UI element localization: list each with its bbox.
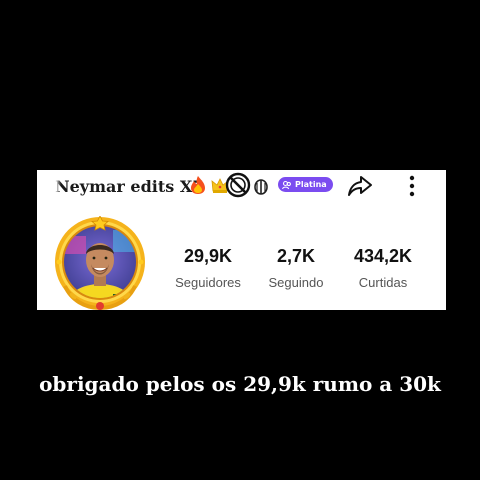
platina-badge[interactable]: Platina — [278, 177, 333, 192]
following-label: Seguindo — [268, 275, 324, 290]
badge-label: Platina — [295, 180, 327, 189]
video-frame: { "profile": { "username": "Neymar edits… — [0, 0, 480, 480]
followers-count: 29,9K — [183, 246, 233, 266]
profile-username: Neymar edits X7 — [55, 177, 204, 196]
username-fade — [51, 170, 61, 200]
stat-following[interactable]: 2,7K Seguindo — [258, 246, 334, 290]
rooster-emoji-icon — [254, 179, 268, 195]
more-options-icon[interactable] — [407, 174, 417, 198]
fire-emoji-icon — [191, 176, 205, 194]
share-icon[interactable] — [347, 174, 373, 198]
prohibited-ball-icon — [225, 172, 251, 198]
stat-likes[interactable]: 434,2K Curtidas — [343, 246, 423, 290]
video-caption: obrigado pelos os 29,9k rumo a 30k — [39, 372, 441, 396]
followers-label: Seguidores — [175, 275, 241, 290]
badge-people-icon — [282, 180, 291, 189]
profile-card: Neymar edits X7 Platina 29,9K Seguidores… — [37, 170, 446, 312]
likes-count: 434,2K — [353, 246, 413, 266]
following-count: 2,7K — [276, 246, 316, 266]
avatar[interactable] — [51, 215, 149, 312]
likes-label: Curtidas — [358, 275, 408, 290]
stat-followers[interactable]: 29,9K Seguidores — [166, 246, 250, 290]
avatar-photo — [64, 226, 136, 298]
